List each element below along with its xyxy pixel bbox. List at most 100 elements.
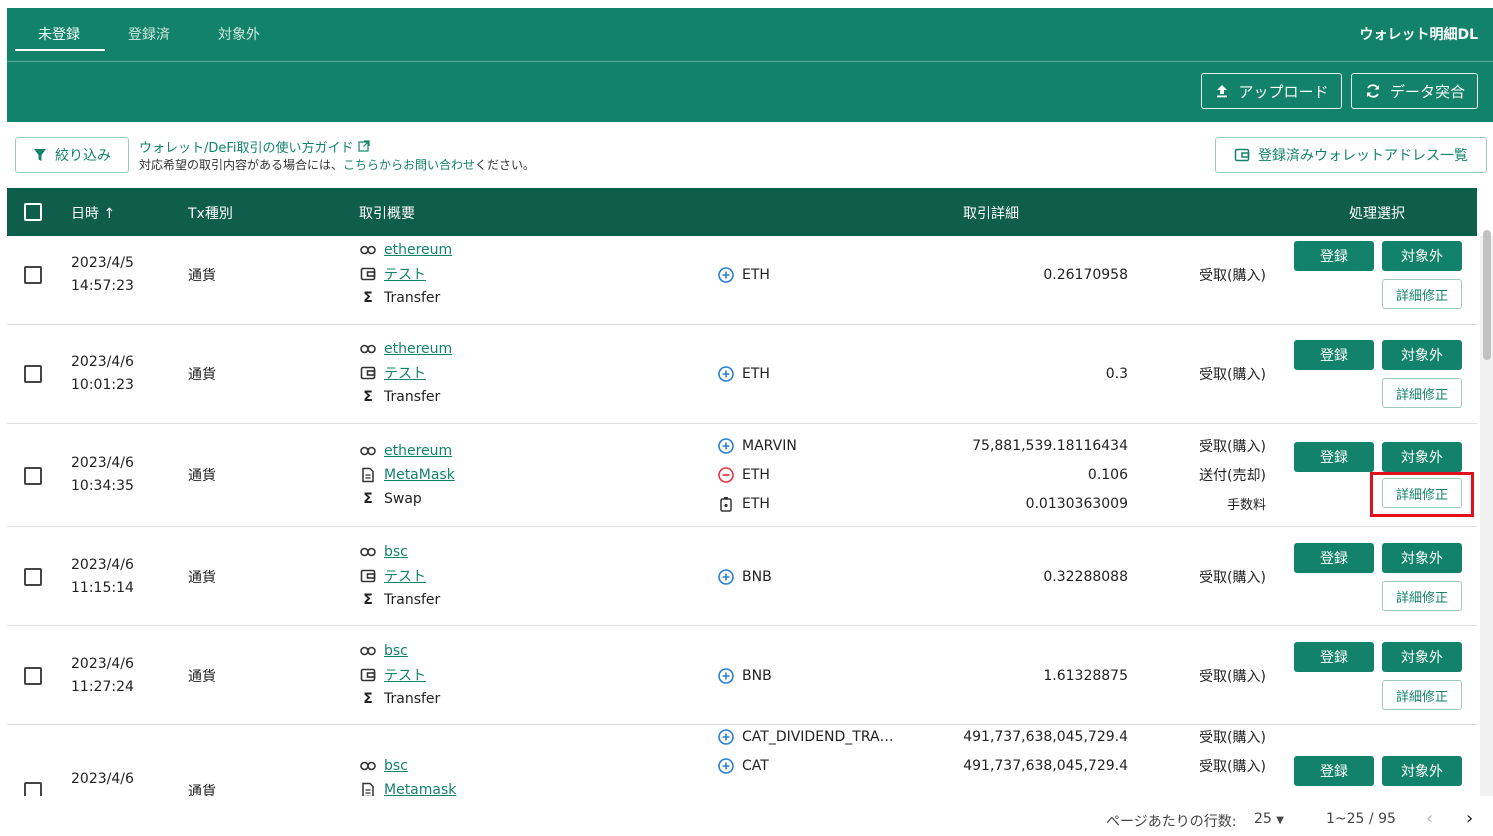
contact-note: 対応希望の取引内容がある場合には、こちらからお問い合わせください。 bbox=[139, 156, 535, 173]
plus-circle-icon bbox=[718, 757, 734, 774]
row-summary: bsc Metamask bbox=[360, 754, 456, 796]
exclude-button[interactable]: 対象外 bbox=[1382, 756, 1462, 786]
row-summary: ethereum MetaMask Σ Swap bbox=[360, 439, 455, 511]
exclude-button[interactable]: 対象外 bbox=[1382, 241, 1462, 271]
table-row: 2023/4/6 10:34:35 通貨 ethereum MetaMask ΣS… bbox=[7, 424, 1477, 527]
divider bbox=[7, 61, 1493, 62]
chain-link[interactable]: ethereum bbox=[384, 341, 452, 357]
rows-per-page-select[interactable]: 25 ▼ bbox=[1254, 811, 1284, 827]
wallet-link[interactable]: テスト bbox=[384, 264, 426, 284]
row-summary: bsc テスト Σ Transfer bbox=[360, 639, 440, 711]
row-checkbox[interactable] bbox=[24, 266, 42, 284]
edit-details-button[interactable]: 詳細修正 bbox=[1382, 680, 1462, 710]
edit-details-button[interactable]: 詳細修正 bbox=[1382, 581, 1462, 611]
wallet-link[interactable]: テスト bbox=[384, 665, 426, 685]
usage-guide-link[interactable]: ウォレット/DeFi取引の使い方ガイド bbox=[139, 137, 370, 156]
chain-link[interactable]: bsc bbox=[384, 758, 408, 774]
asset-name: BNB bbox=[742, 568, 772, 585]
chain-link-icon bbox=[360, 760, 376, 772]
amount: 75,881,539.18116434 bbox=[972, 437, 1128, 454]
detail-line: BNB 1.61328875 受取(購入) bbox=[718, 661, 1278, 690]
wallet-icon bbox=[360, 568, 376, 584]
row-checkbox[interactable] bbox=[24, 467, 42, 485]
amount: 0.26170958 bbox=[1043, 266, 1128, 283]
register-button[interactable]: 登録 bbox=[1294, 756, 1374, 786]
row-checkbox[interactable] bbox=[24, 365, 42, 383]
detail-line: CAT 491,737,638,045,729.4 受取(購入) bbox=[718, 751, 1278, 780]
sort-ascending-icon: ↑ bbox=[103, 206, 116, 222]
amount: 0.3 bbox=[1105, 365, 1128, 382]
filter-icon bbox=[33, 148, 47, 162]
transaction-kind: 送付(売却) bbox=[1199, 467, 1266, 484]
amount: 1.61328875 bbox=[1043, 667, 1128, 684]
scrollbar-thumb[interactable] bbox=[1483, 230, 1491, 360]
wallet-link[interactable]: テスト bbox=[384, 363, 426, 383]
chain-link-icon bbox=[360, 343, 376, 355]
tab-unregistered[interactable]: 未登録 bbox=[38, 24, 80, 44]
row-time: 11:27:24 bbox=[71, 679, 134, 695]
row-txtype: 通貨 bbox=[188, 784, 216, 796]
register-button[interactable]: 登録 bbox=[1294, 543, 1374, 573]
sigma-icon: Σ bbox=[363, 491, 373, 507]
detail-line: ETH 0.26170958 受取(購入) bbox=[718, 260, 1278, 289]
chain-link-icon bbox=[360, 645, 376, 657]
edit-details-button[interactable]: 詳細修正 bbox=[1382, 279, 1462, 309]
asset-name: CAT bbox=[742, 757, 769, 774]
plus-circle-icon bbox=[718, 365, 734, 382]
minus-circle-icon bbox=[718, 466, 734, 483]
table-body: 2023/4/5 14:57:23 通貨 ethereum テスト Σ Transf… bbox=[7, 236, 1477, 796]
transaction-kind: 手数料 bbox=[1226, 498, 1266, 513]
header-date[interactable]: 日時 ↑ bbox=[71, 203, 115, 223]
tab-excluded[interactable]: 対象外 bbox=[218, 24, 260, 44]
tab-registered[interactable]: 登録済 bbox=[128, 24, 170, 44]
data-reconcile-button[interactable]: データ突合 bbox=[1351, 73, 1478, 109]
table-row: 2023/4/6 10:01:23 通貨 ethereum テスト Σ Transf… bbox=[7, 325, 1477, 424]
plus-circle-icon bbox=[718, 568, 734, 585]
wallet-detail-download-link[interactable]: ウォレット明細DL bbox=[1359, 24, 1478, 44]
method-label: Transfer bbox=[384, 691, 441, 707]
exclude-button[interactable]: 対象外 bbox=[1382, 642, 1462, 672]
plus-circle-icon bbox=[718, 266, 734, 283]
method-label: Transfer bbox=[384, 290, 441, 306]
method-label: Transfer bbox=[384, 592, 441, 608]
upload-button[interactable]: アップロード bbox=[1201, 73, 1342, 109]
filter-button[interactable]: 絞り込み bbox=[15, 137, 129, 173]
sigma-icon: Σ bbox=[363, 290, 373, 306]
register-button[interactable]: 登録 bbox=[1294, 642, 1374, 672]
wallet-icon bbox=[1234, 147, 1250, 163]
prev-page-icon[interactable]: ‹ bbox=[1426, 808, 1433, 829]
chain-link-icon bbox=[360, 445, 376, 457]
edit-details-button[interactable]: 詳細修正 bbox=[1382, 378, 1462, 408]
wallet-link[interactable]: Metamask bbox=[384, 782, 456, 796]
registered-wallet-address-list-button[interactable]: 登録済みウォレットアドレス一覧 bbox=[1215, 137, 1487, 173]
row-checkbox[interactable] bbox=[24, 782, 42, 796]
rows-per-page-label: ページあたりの行数: bbox=[1106, 814, 1237, 830]
chain-link-icon bbox=[360, 546, 376, 558]
contact-link[interactable]: こちらからお問い合わせ bbox=[343, 158, 475, 172]
exclude-button[interactable]: 対象外 bbox=[1382, 442, 1462, 472]
amount: 0.106 bbox=[1087, 466, 1128, 483]
chain-link[interactable]: bsc bbox=[384, 544, 408, 560]
upload-icon bbox=[1214, 83, 1230, 99]
header-action: 処理選択 bbox=[1349, 206, 1405, 222]
vertical-scrollbar[interactable] bbox=[1480, 230, 1493, 796]
chain-link[interactable]: ethereum bbox=[384, 242, 452, 258]
register-button[interactable]: 登録 bbox=[1294, 442, 1374, 472]
register-button[interactable]: 登録 bbox=[1294, 340, 1374, 370]
wallet-icon bbox=[360, 266, 376, 282]
row-checkbox[interactable] bbox=[24, 667, 42, 685]
header-summary: 取引概要 bbox=[359, 206, 415, 222]
chain-link[interactable]: bsc bbox=[384, 643, 408, 659]
chain-link[interactable]: ethereum bbox=[384, 443, 452, 459]
select-all-checkbox[interactable] bbox=[24, 203, 42, 221]
table-row: 2023/4/6 通貨 bsc Metamask CAT_DIVIDEND_TR… bbox=[7, 725, 1477, 796]
amount: 491,737,638,045,729.4 bbox=[963, 728, 1128, 745]
exclude-button[interactable]: 対象外 bbox=[1382, 340, 1462, 370]
gas-fee-icon bbox=[718, 496, 734, 512]
next-page-icon[interactable]: › bbox=[1466, 808, 1473, 829]
wallet-link[interactable]: テスト bbox=[384, 566, 426, 586]
row-checkbox[interactable] bbox=[24, 568, 42, 586]
register-button[interactable]: 登録 bbox=[1294, 241, 1374, 271]
exclude-button[interactable]: 対象外 bbox=[1382, 543, 1462, 573]
wallet-link[interactable]: MetaMask bbox=[384, 467, 455, 483]
